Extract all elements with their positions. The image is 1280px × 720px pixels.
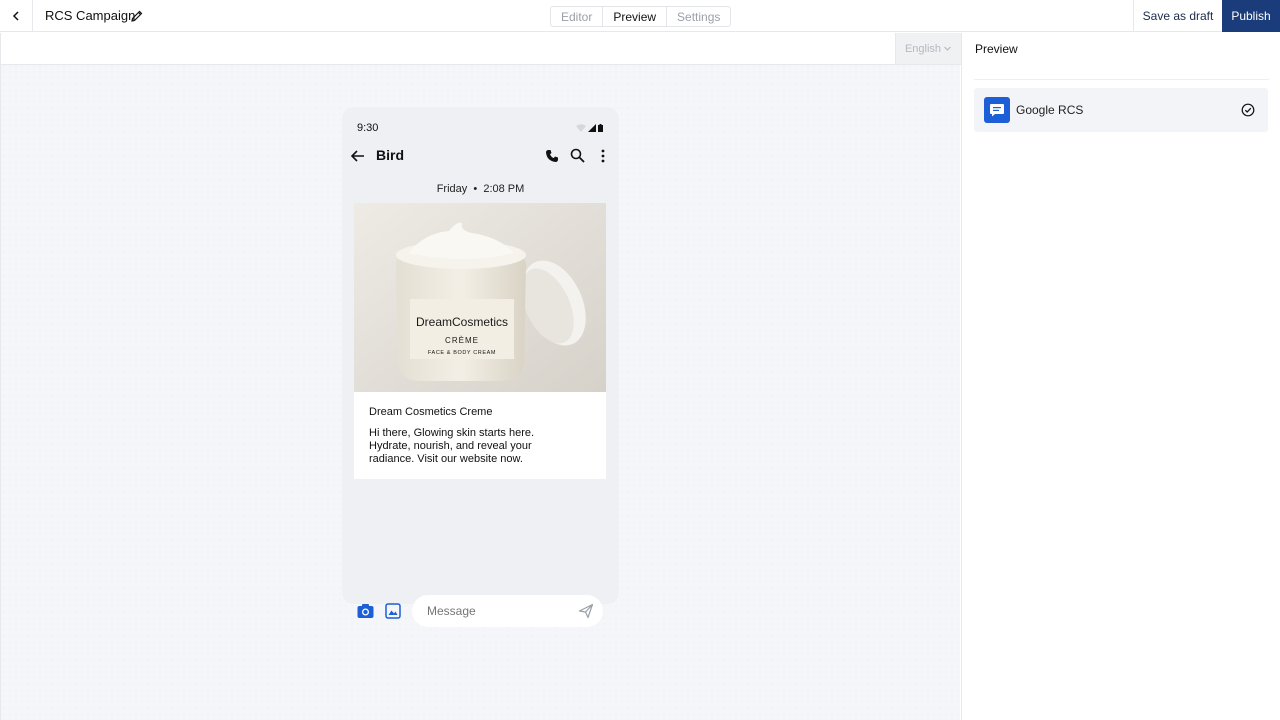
publish-button[interactable]: Publish (1222, 0, 1280, 32)
save-draft-button[interactable]: Save as draft (1133, 0, 1222, 32)
search-icon[interactable] (570, 148, 585, 163)
back-button[interactable] (0, 0, 33, 32)
card-title: Dream Cosmetics Creme (369, 406, 493, 418)
send-icon[interactable] (578, 603, 594, 619)
wifi-icon (576, 124, 586, 132)
channel-label: Google RCS (1016, 103, 1084, 117)
image-product-text: CRÈME (445, 336, 479, 345)
chevron-left-icon (12, 11, 19, 21)
status-time: 9:30 (357, 122, 379, 134)
message-timestamp: Friday • 2:08 PM (342, 183, 619, 195)
signal-icon (588, 124, 596, 132)
message-day: Friday (436, 183, 468, 195)
panel-divider (974, 79, 1269, 80)
cream-jar-illustration: DreamCosmetics CRÈME FACE & BODY CREAM (354, 203, 606, 392)
preview-panel: Preview Google RCS (961, 33, 1280, 720)
chevron-down-icon (944, 46, 951, 51)
more-vertical-icon[interactable] (597, 148, 609, 164)
check-circle-icon (1241, 103, 1255, 117)
message-input[interactable] (412, 595, 603, 627)
gallery-icon[interactable] (385, 603, 401, 619)
contact-name: Bird (376, 147, 404, 163)
rcs-icon (984, 97, 1010, 123)
image-brand-text: DreamCosmetics (416, 315, 508, 329)
pencil-icon[interactable] (130, 9, 144, 23)
campaign-title: RCS Campaign (45, 8, 136, 23)
panel-title: Preview (975, 42, 1018, 56)
phone-preview: 9:30 Bird Friday • 2:08 PM DreamCosmetic… (342, 107, 619, 604)
tab-editor[interactable]: Editor (551, 7, 604, 26)
image-sub-text: FACE & BODY CREAM (428, 350, 496, 356)
language-select[interactable]: English (895, 33, 961, 64)
message-time: 2:08 PM (483, 183, 525, 195)
product-image: DreamCosmetics CRÈME FACE & BODY CREAM (354, 203, 606, 392)
channel-item-google-rcs[interactable]: Google RCS (974, 88, 1268, 132)
battery-icon (598, 124, 603, 132)
phone-icon[interactable] (545, 149, 559, 163)
arrow-left-icon[interactable] (350, 148, 366, 164)
camera-icon[interactable] (357, 603, 374, 619)
timestamp-separator: • (470, 183, 481, 195)
language-label: English (904, 42, 942, 55)
tab-settings[interactable]: Settings (667, 7, 730, 26)
canvas-toolbar: English (1, 33, 961, 65)
rich-card[interactable]: DreamCosmetics CRÈME FACE & BODY CREAM D… (354, 203, 606, 479)
status-icons (576, 124, 603, 132)
top-bar: RCS Campaign Editor Preview Settings Sav… (0, 0, 1280, 32)
tab-preview[interactable]: Preview (603, 7, 668, 26)
card-body: Hi there, Glowing skin starts here. Hydr… (369, 427, 535, 465)
view-tabs: Editor Preview Settings (550, 6, 732, 27)
